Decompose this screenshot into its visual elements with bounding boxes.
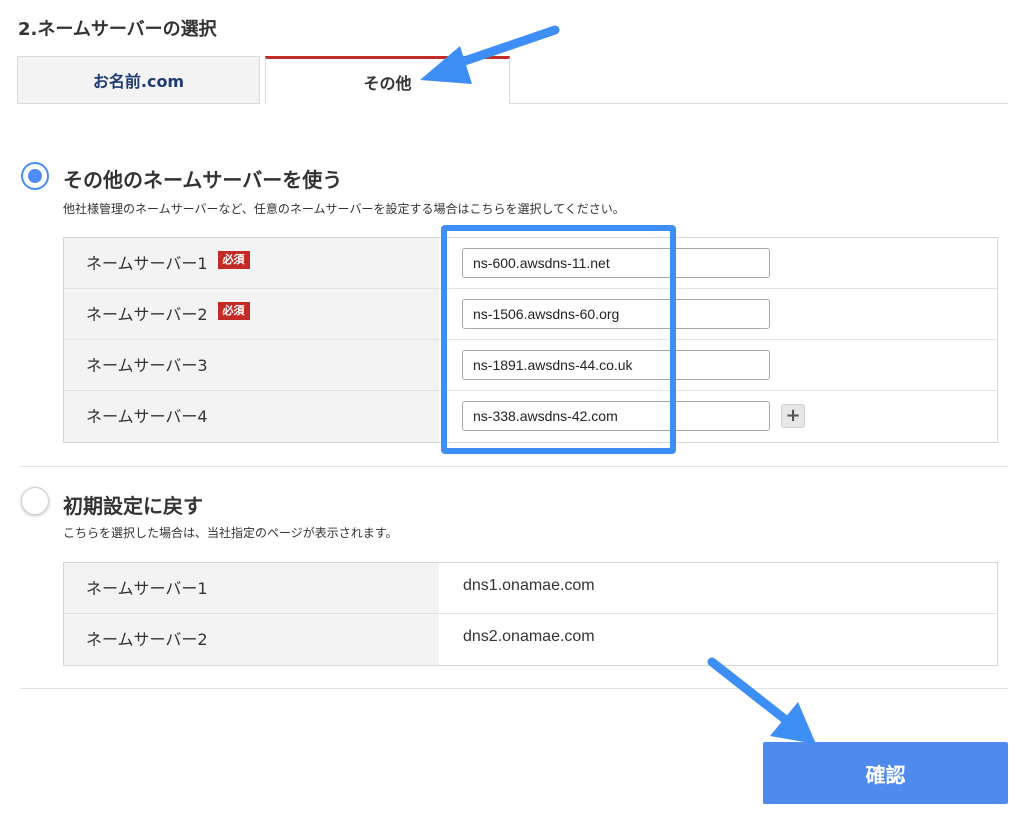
row-label: ネームサーバー4 <box>64 391 439 442</box>
nameserver-2-label: ネームサーバー2 <box>86 305 208 324</box>
table-row: ネームサーバー2 必須 <box>64 289 997 340</box>
section-title: 2.ネームサーバーの選択 <box>18 19 217 40</box>
default-nameserver-2-label: ネームサーバー2 <box>86 630 208 649</box>
row-value: dns2.onamae.com <box>439 614 997 665</box>
table-row: ネームサーバー1 dns1.onamae.com <box>64 563 997 614</box>
radio-default-nameservers[interactable] <box>21 487 49 515</box>
nameserver-2-input[interactable] <box>462 299 770 329</box>
tab-onamae[interactable]: お名前.com <box>17 56 260 104</box>
tab-other[interactable]: その他 <box>265 56 510 104</box>
row-value: + <box>439 391 997 442</box>
bottom-divider <box>20 688 1008 689</box>
table-row: ネームサーバー1 必須 <box>64 238 997 289</box>
default-nameserver-table: ネームサーバー1 dns1.onamae.com ネームサーバー2 dns2.o… <box>63 562 998 666</box>
row-label: ネームサーバー2 必須 <box>64 289 439 339</box>
option-default-description: こちらを選択した場合は、当社指定のページが表示されます。 <box>63 526 398 540</box>
row-value <box>439 340 997 390</box>
plus-icon: + <box>785 405 801 426</box>
default-nameserver-1-value: dns1.onamae.com <box>463 577 595 594</box>
default-nameserver-2-value: dns2.onamae.com <box>463 628 595 645</box>
default-nameserver-1-label: ネームサーバー1 <box>86 579 208 598</box>
nameserver-3-label: ネームサーバー3 <box>86 356 208 375</box>
row-label: ネームサーバー3 <box>64 340 439 390</box>
nameserver-1-input[interactable] <box>462 248 770 278</box>
option-other-title: その他のネームサーバーを使う <box>63 168 343 192</box>
row-label: ネームサーバー1 <box>64 563 439 613</box>
row-label: ネームサーバー1 必須 <box>64 238 439 288</box>
nameserver-input-table: ネームサーバー1 必須 ネームサーバー2 必須 ネームサーバー3 ネームサーバー… <box>63 237 998 443</box>
option-default-title: 初期設定に戻す <box>63 494 203 518</box>
radio-selected-dot <box>28 169 42 183</box>
nameserver-4-input[interactable] <box>462 401 770 431</box>
row-value <box>439 238 997 288</box>
nameserver-1-label: ネームサーバー1 <box>86 254 208 273</box>
radio-other-nameservers[interactable] <box>21 162 49 190</box>
table-row: ネームサーバー3 <box>64 340 997 391</box>
nameserver-3-input[interactable] <box>462 350 770 380</box>
row-value: dns1.onamae.com <box>439 563 997 613</box>
table-row: ネームサーバー4 + <box>64 391 997 442</box>
option-other-description: 他社様管理のネームサーバーなど、任意のネームサーバーを設定する場合はこちらを選択… <box>63 202 625 216</box>
table-row: ネームサーバー2 dns2.onamae.com <box>64 614 997 665</box>
section-divider <box>20 466 1008 467</box>
required-badge: 必須 <box>217 251 250 269</box>
row-label: ネームサーバー2 <box>64 614 439 665</box>
tab-underline <box>510 103 1008 104</box>
nameserver-4-label: ネームサーバー4 <box>86 407 208 426</box>
confirm-button[interactable]: 確認 <box>763 742 1008 804</box>
row-value <box>439 289 997 339</box>
required-badge: 必須 <box>217 302 250 320</box>
add-nameserver-button[interactable]: + <box>781 404 805 428</box>
